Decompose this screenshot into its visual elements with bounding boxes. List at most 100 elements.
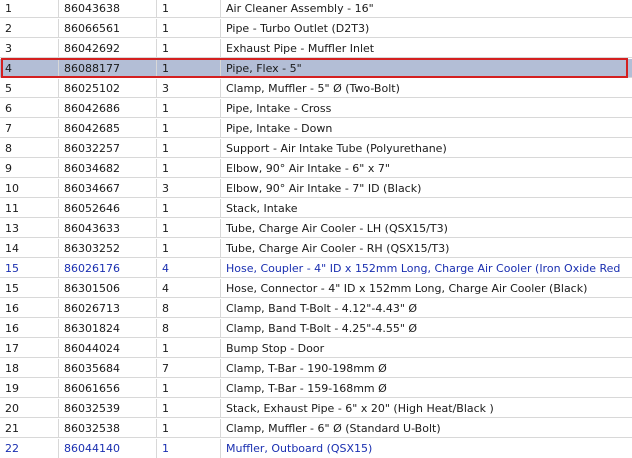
qty-cell: 7 bbox=[157, 359, 221, 377]
qty-cell: 1 bbox=[157, 419, 221, 437]
item-cell: 3 bbox=[0, 39, 59, 57]
description-cell: Muffler, Outboard (QSX15) bbox=[226, 442, 373, 455]
description-cell: Stack, Intake bbox=[226, 201, 298, 215]
part-number-cell: 86303252 bbox=[59, 239, 157, 257]
item-cell: 7 bbox=[0, 119, 59, 137]
qty-cell: 4 bbox=[157, 259, 221, 277]
part-number-cell: 86032538 bbox=[59, 419, 157, 437]
description-cell: Tube, Charge Air Cooler - RH (QSX15/T3) bbox=[226, 241, 450, 255]
item-cell: 17 bbox=[0, 339, 59, 357]
part-number-cell: 86034682 bbox=[59, 159, 157, 177]
table-row[interactable]: 16 86026713 8 Clamp, Band T-Bolt - 4.12"… bbox=[0, 299, 632, 318]
parts-table: 1 86043638 1 Air Cleaner Assembly - 16" … bbox=[0, 0, 632, 458]
table-row[interactable]: 5 86025102 3 Clamp, Muffler - 5" Ø (Two-… bbox=[0, 79, 632, 98]
qty-cell: 1 bbox=[157, 439, 221, 458]
item-cell: 4 bbox=[0, 59, 59, 77]
part-number-cell: 86044024 bbox=[59, 339, 157, 357]
qty-cell: 1 bbox=[157, 59, 221, 77]
item-cell: 18 bbox=[0, 359, 59, 377]
table-row[interactable]: 16 86301824 8 Clamp, Band T-Bolt - 4.25"… bbox=[0, 319, 632, 338]
item-cell: 20 bbox=[0, 399, 59, 417]
item-cell: 16 bbox=[0, 319, 59, 337]
item-cell: 15 bbox=[0, 259, 59, 277]
item-cell: 22 bbox=[0, 439, 59, 458]
table-row[interactable]: 15 86026176 4 Hose, Coupler - 4" ID x 15… bbox=[0, 259, 632, 278]
description-cell: Clamp, T-Bar - 190-198mm Ø bbox=[226, 361, 387, 375]
part-number-cell: 86042685 bbox=[59, 119, 157, 137]
table-row[interactable]: 10 86034667 3 Elbow, 90° Air Intake - 7"… bbox=[0, 179, 632, 198]
table-row[interactable]: 18 86035684 7 Clamp, T-Bar - 190-198mm Ø bbox=[0, 359, 632, 378]
item-cell: 2 bbox=[0, 19, 59, 37]
table-row[interactable]: 8 86032257 1 Support - Air Intake Tube (… bbox=[0, 139, 632, 158]
qty-cell: 1 bbox=[157, 379, 221, 397]
part-number-cell: 86066561 bbox=[59, 19, 157, 37]
item-cell: 10 bbox=[0, 179, 59, 197]
qty-cell: 1 bbox=[157, 139, 221, 157]
description-cell: Support - Air Intake Tube (Polyurethane) bbox=[226, 141, 447, 155]
item-cell: 14 bbox=[0, 239, 59, 257]
qty-cell: 3 bbox=[157, 179, 221, 197]
item-cell: 19 bbox=[0, 379, 59, 397]
qty-cell: 4 bbox=[157, 279, 221, 297]
table-row-selected[interactable]: 4 86088177 1 Pipe, Flex - 5" bbox=[0, 59, 632, 78]
part-number-cell: 86025102 bbox=[59, 79, 157, 97]
part-number-cell: 86032539 bbox=[59, 399, 157, 417]
part-number-cell: 86026176 bbox=[59, 259, 157, 277]
item-cell: 16 bbox=[0, 299, 59, 317]
table-row[interactable]: 22 86044140 1 Muffler, Outboard (QSX15) bbox=[0, 439, 632, 458]
description-cell: Pipe, Flex - 5" bbox=[226, 61, 302, 75]
table-row[interactable]: 21 86032538 1 Clamp, Muffler - 6" Ø (Sta… bbox=[0, 419, 632, 438]
part-number-cell: 86042686 bbox=[59, 99, 157, 117]
item-cell: 9 bbox=[0, 159, 59, 177]
qty-cell: 8 bbox=[157, 319, 221, 337]
qty-cell: 1 bbox=[157, 39, 221, 57]
qty-cell: 1 bbox=[157, 19, 221, 37]
table-row[interactable]: 17 86044024 1 Bump Stop - Door bbox=[0, 339, 632, 358]
description-cell: Elbow, 90° Air Intake - 6" x 7" bbox=[226, 161, 390, 175]
description-cell: Pipe, Intake - Cross bbox=[226, 101, 332, 115]
description-cell: Exhaust Pipe - Muffler Inlet bbox=[226, 41, 375, 55]
description-cell: Clamp, Muffler - 5" Ø (Two-Bolt) bbox=[226, 81, 400, 95]
description-cell: Pipe, Intake - Down bbox=[226, 121, 333, 135]
part-number-cell: 86034667 bbox=[59, 179, 157, 197]
qty-cell: 1 bbox=[157, 159, 221, 177]
item-cell: 13 bbox=[0, 219, 59, 237]
table-row[interactable]: 2 86066561 1 Pipe - Turbo Outlet (D2T3) bbox=[0, 19, 632, 38]
part-number-cell: 86044140 bbox=[59, 439, 157, 458]
item-cell: 1 bbox=[0, 0, 59, 17]
description-cell: Clamp, Band T-Bolt - 4.25"-4.55" Ø bbox=[226, 321, 418, 335]
qty-cell: 1 bbox=[157, 339, 221, 357]
description-cell: Bump Stop - Door bbox=[226, 341, 325, 355]
description-cell: Tube, Charge Air Cooler - LH (QSX15/T3) bbox=[226, 221, 448, 235]
table-row[interactable]: 19 86061656 1 Clamp, T-Bar - 159-168mm Ø bbox=[0, 379, 632, 398]
qty-cell: 1 bbox=[157, 199, 221, 217]
table-row[interactable]: 20 86032539 1 Stack, Exhaust Pipe - 6" x… bbox=[0, 399, 632, 418]
table-row[interactable]: 7 86042685 1 Pipe, Intake - Down bbox=[0, 119, 632, 138]
table-row[interactable]: 15 86301506 4 Hose, Connector - 4" ID x … bbox=[0, 279, 632, 298]
part-number-cell: 86043633 bbox=[59, 219, 157, 237]
qty-cell: 1 bbox=[157, 0, 221, 17]
item-cell: 8 bbox=[0, 139, 59, 157]
item-cell: 11 bbox=[0, 199, 59, 217]
table-row[interactable]: 9 86034682 1 Elbow, 90° Air Intake - 6" … bbox=[0, 159, 632, 178]
part-number-cell: 86035684 bbox=[59, 359, 157, 377]
table-row[interactable]: 13 86043633 1 Tube, Charge Air Cooler - … bbox=[0, 219, 632, 238]
description-cell: Air Cleaner Assembly - 16" bbox=[226, 1, 374, 15]
item-cell: 6 bbox=[0, 99, 59, 117]
part-number-cell: 86042692 bbox=[59, 39, 157, 57]
table-row[interactable]: 1 86043638 1 Air Cleaner Assembly - 16" bbox=[0, 0, 632, 18]
table-row[interactable]: 11 86052646 1 Stack, Intake bbox=[0, 199, 632, 218]
item-cell: 21 bbox=[0, 419, 59, 437]
table-row[interactable]: 14 86303252 1 Tube, Charge Air Cooler - … bbox=[0, 239, 632, 258]
table-row[interactable]: 3 86042692 1 Exhaust Pipe - Muffler Inle… bbox=[0, 39, 632, 58]
qty-cell: 1 bbox=[157, 239, 221, 257]
description-cell: Hose, Coupler - 4" ID x 152mm Long, Char… bbox=[226, 261, 621, 275]
part-number-cell: 86301506 bbox=[59, 279, 157, 297]
part-number-cell: 86301824 bbox=[59, 319, 157, 337]
part-number-cell: 86088177 bbox=[59, 59, 157, 77]
part-number-cell: 86061656 bbox=[59, 379, 157, 397]
qty-cell: 8 bbox=[157, 299, 221, 317]
description-cell: Clamp, T-Bar - 159-168mm Ø bbox=[226, 381, 387, 395]
table-row[interactable]: 6 86042686 1 Pipe, Intake - Cross bbox=[0, 99, 632, 118]
part-number-cell: 86026713 bbox=[59, 299, 157, 317]
